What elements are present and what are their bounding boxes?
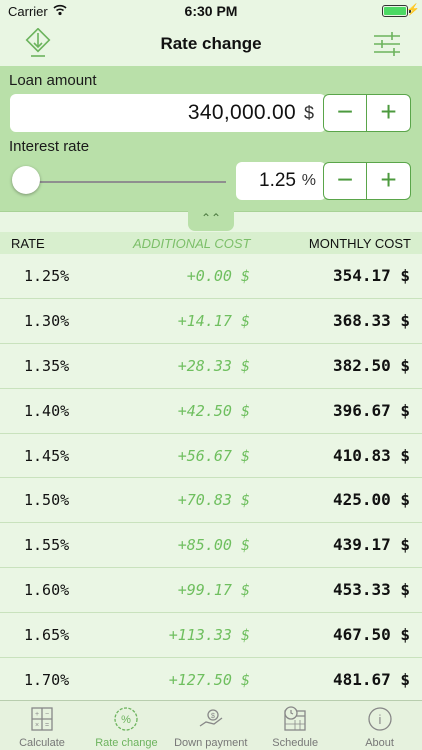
row-rate: 1.45% [24, 446, 70, 465]
tab-rate-change[interactable]: % Rate change [84, 701, 168, 750]
row-additional-cost: +99.17 $ [177, 581, 250, 600]
rate-decrement-button[interactable]: − [324, 163, 367, 199]
table-row[interactable]: 1.30% +14.17 $ 368.33 $ [0, 298, 422, 344]
row-rate: 1.40% [24, 401, 70, 420]
row-rate: 1.30% [24, 311, 70, 330]
row-additional-cost: +127.50 $ [168, 671, 250, 690]
charging-bolt-icon: ⚡ [406, 4, 420, 16]
loan-amount-value: 340,000.00 [187, 101, 296, 124]
tab-calculate[interactable]: + − × = Calculate [0, 701, 84, 750]
settings-sliders-icon[interactable] [372, 30, 402, 58]
rate-column-header: RATE [11, 236, 45, 251]
svg-text:+: + [35, 711, 39, 718]
tab-schedule[interactable]: Schedule [253, 701, 337, 750]
interest-rate-unit: % [301, 172, 316, 189]
table-row[interactable]: 1.55% +85.00 $ 439.17 $ [0, 523, 422, 569]
row-additional-cost: +28.33 $ [177, 356, 250, 375]
row-additional-cost: +56.67 $ [177, 446, 250, 465]
row-monthly-cost: 368.33 $ [332, 310, 410, 330]
tab-bar: + − × = Calculate% Rate change $ Down payment Sc… [0, 700, 422, 750]
loan-amount-stepper: − + [323, 94, 411, 132]
battery-icon [382, 5, 408, 17]
row-monthly-cost: 481.67 $ [332, 670, 410, 690]
percent-icon: % [114, 707, 139, 731]
row-additional-cost: +14.17 $ [177, 311, 250, 330]
calculator-icon: + −× = [31, 707, 53, 731]
row-additional-cost: +42.50 $ [177, 401, 250, 420]
loan-amount-unit: $ [303, 103, 314, 123]
tab-label: About [365, 737, 394, 749]
table-row[interactable]: 1.50% +70.83 $ 425.00 $ [0, 478, 422, 524]
interest-rate-value: 1.25 [259, 170, 296, 191]
table-header: RATE ADDITIONAL COST MONTHLY COST [0, 232, 422, 254]
loan-decrement-button[interactable]: − [324, 95, 367, 131]
row-additional-cost: +113.33 $ [168, 626, 250, 645]
table-row[interactable]: 1.25% +0.00 $ 354.17 $ [0, 254, 422, 299]
tab-about[interactable]: i About [338, 701, 422, 750]
row-rate: 1.70% [24, 671, 70, 690]
table-row[interactable]: 1.60% +99.17 $ 453.33 $ [0, 568, 422, 614]
table-row[interactable]: 1.40% +42.50 $ 396.67 $ [0, 388, 422, 434]
collapse-panel-button[interactable]: ⌃⌃ [188, 209, 234, 231]
tab-label: Calculate [19, 737, 65, 749]
row-monthly-cost: 410.83 $ [332, 445, 410, 465]
row-monthly-cost: 396.67 $ [332, 400, 410, 420]
rate-increment-button[interactable]: + [367, 163, 410, 199]
row-rate: 1.55% [24, 536, 70, 555]
svg-text:%: % [122, 714, 132, 726]
row-rate: 1.50% [24, 491, 70, 510]
table-row[interactable]: 1.65% +113.33 $ 467.50 $ [0, 613, 422, 659]
chevron-up-double-icon: ⌃⌃ [200, 211, 222, 225]
interest-rate-stepper: − + [323, 162, 411, 200]
row-rate: 1.35% [24, 356, 70, 375]
input-panel: Loan amount 340,000.00 $ − + Interest ra… [0, 66, 422, 212]
tab-label: Down payment [174, 737, 248, 749]
status-time: 6:30 PM [184, 3, 238, 19]
loan-amount-label: Loan amount [9, 72, 97, 89]
loan-increment-button[interactable]: + [367, 95, 410, 131]
row-monthly-cost: 382.50 $ [332, 355, 410, 375]
row-monthly-cost: 425.00 $ [332, 490, 410, 510]
interest-rate-label: Interest rate [9, 138, 90, 155]
svg-text:$: $ [211, 713, 215, 720]
row-additional-cost: +0.00 $ [186, 267, 250, 285]
status-bar: Carrier 6:30 PM ⚡ [0, 0, 422, 22]
table-row[interactable]: 1.45% +56.67 $ 410.83 $ [0, 433, 422, 479]
table-row[interactable]: 1.70% +127.50 $ 481.67 $ [0, 658, 422, 703]
row-additional-cost: +70.83 $ [177, 491, 250, 510]
row-additional-cost: +85.00 $ [177, 536, 250, 555]
row-monthly-cost: 439.17 $ [332, 535, 410, 555]
row-monthly-cost: 354.17 $ [332, 266, 410, 285]
row-rate: 1.65% [24, 626, 70, 645]
svg-text:×: × [35, 722, 39, 729]
tab-label: Rate change [95, 737, 158, 749]
table-row[interactable]: 1.35% +28.33 $ 382.50 $ [0, 343, 422, 389]
loan-amount-field[interactable]: 340,000.00 $ [10, 94, 326, 132]
tab-label: Schedule [272, 737, 319, 749]
row-monthly-cost: 453.33 $ [332, 580, 410, 600]
additional-cost-column-header: ADDITIONAL COST [133, 236, 251, 251]
slider-thumb[interactable] [12, 166, 40, 194]
row-rate: 1.60% [24, 581, 70, 600]
tab-down-payment[interactable]: $ Down payment [169, 701, 253, 750]
row-rate: 1.25% [24, 267, 70, 285]
info-icon: i [367, 707, 392, 731]
row-monthly-cost: 467.50 $ [332, 625, 410, 645]
svg-text:i: i [378, 712, 381, 727]
interest-rate-slider[interactable] [20, 181, 226, 183]
calendar-clock-icon [284, 706, 306, 731]
rate-table[interactable]: 1.25% +0.00 $ 354.17 $ 1.30% +14.17 $ 368.33 … [0, 254, 422, 703]
monthly-cost-column-header: MONTHLY COST [308, 236, 411, 251]
navigation-bar: Rate change [0, 22, 422, 66]
svg-text:−: − [45, 711, 49, 718]
hand-money-icon: $ [199, 709, 223, 727]
interest-rate-field[interactable]: 1.25 % [236, 162, 326, 200]
svg-text:=: = [45, 722, 49, 729]
page-title: Rate change [160, 34, 262, 53]
